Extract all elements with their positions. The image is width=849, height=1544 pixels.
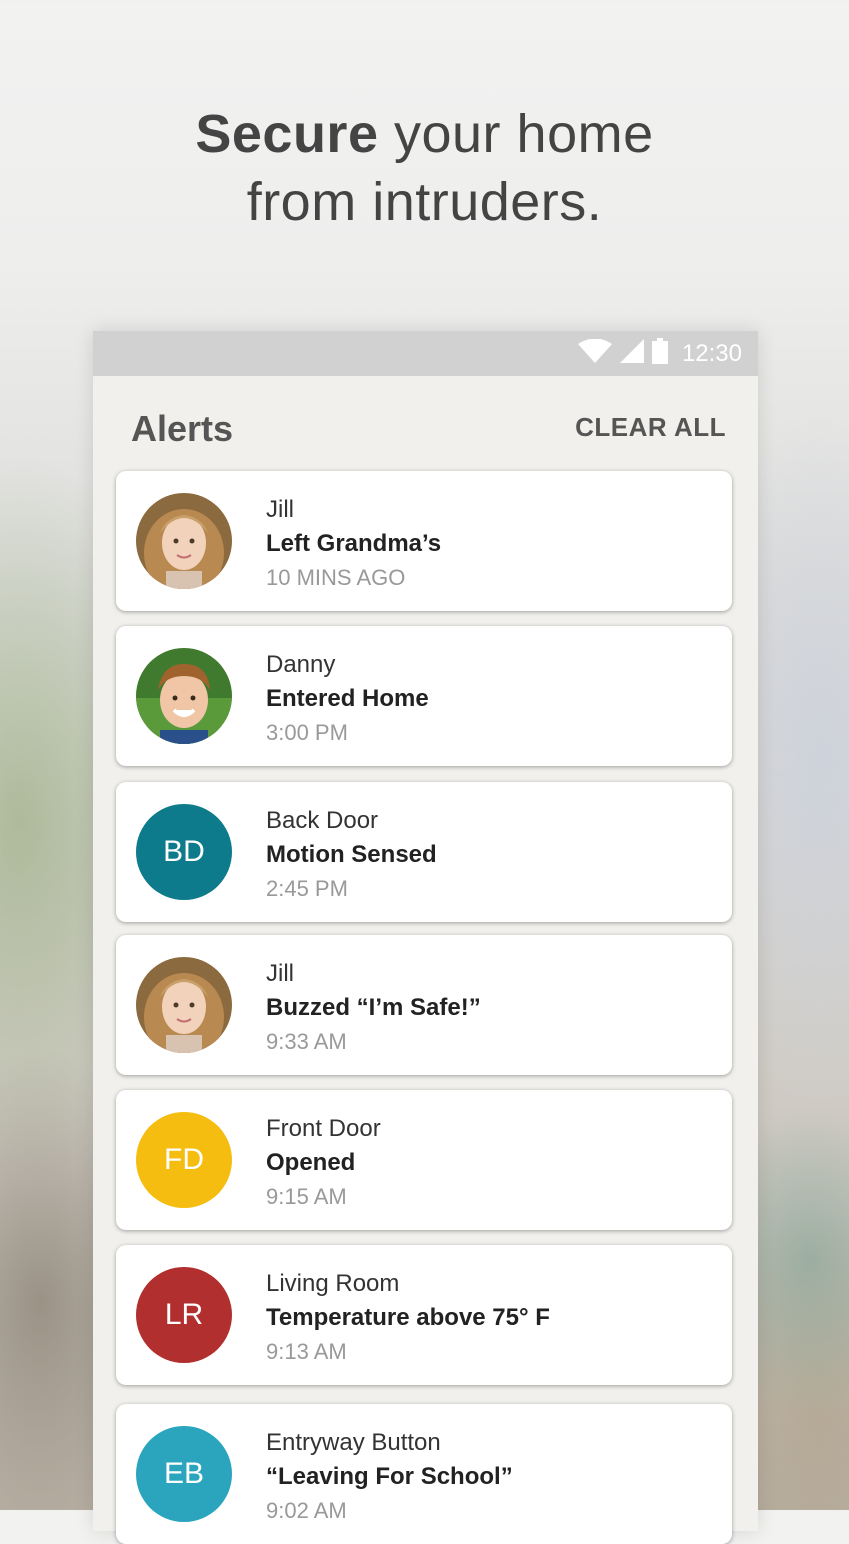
alert-event: Buzzed “I’m Safe!” xyxy=(266,994,481,1021)
alert-time: 2:45 PM xyxy=(266,876,348,901)
alert-source: Danny xyxy=(266,651,336,678)
alert-card[interactable]: BD Back Door Motion Sensed 2:45 PM xyxy=(116,782,732,922)
alert-source: Jill xyxy=(266,960,294,987)
alert-card[interactable]: Jill Left Grandma’s 10 MINS AGO xyxy=(116,471,732,611)
wifi-icon xyxy=(577,338,612,368)
alert-event: Opened xyxy=(266,1149,356,1176)
alert-time: 3:00 PM xyxy=(266,720,348,745)
alert-card[interactable]: LR Living Room Temperature above 75° F 9:13… xyxy=(116,1245,732,1385)
headline-bold: Secure xyxy=(195,104,379,164)
alert-source: Front Door xyxy=(266,1115,381,1142)
alert-time: 10 MINS AGO xyxy=(266,565,406,590)
alert-time: 9:15 AM xyxy=(266,1184,347,1209)
initials-avatar: FD xyxy=(136,1112,232,1208)
headline-rest: your home xyxy=(378,104,654,164)
initials-avatar: EB xyxy=(136,1426,232,1522)
boy-avatar xyxy=(136,648,232,744)
alert-event: Motion Sensed xyxy=(266,841,437,868)
promo-headline: Secure your home from intruders. xyxy=(0,100,849,236)
page-title: Alerts xyxy=(131,408,234,449)
alert-event: Left Grandma’s xyxy=(266,530,442,557)
headline-line2: from intruders. xyxy=(246,172,603,232)
alert-source: Entryway Button xyxy=(266,1429,441,1456)
alert-time: 9:33 AM xyxy=(266,1029,347,1054)
alert-time: 9:02 AM xyxy=(266,1498,347,1523)
alert-card[interactable]: Danny Entered Home 3:00 PM xyxy=(116,626,732,766)
girl-avatar xyxy=(136,493,232,589)
clear-all-button[interactable]: CLEAR ALL xyxy=(575,412,726,443)
initials-avatar: LR xyxy=(136,1267,232,1363)
battery-icon xyxy=(651,338,668,369)
alert-source: Jill xyxy=(266,496,294,523)
alert-event: Entered Home xyxy=(266,685,429,712)
initials-avatar: BD xyxy=(136,804,232,900)
alert-source: Living Room xyxy=(266,1270,400,1297)
alert-card[interactable]: Jill Buzzed “I’m Safe!” 9:33 AM xyxy=(116,935,732,1075)
alert-source: Back Door xyxy=(266,807,379,834)
phone-screen: 12:30 Alerts CLEAR ALL Jill Left Grandma’… xyxy=(93,331,758,1544)
alert-card[interactable]: EB Entryway Button “Leaving For School” 9:0… xyxy=(116,1404,732,1544)
alert-event: “Leaving For School” xyxy=(266,1463,513,1490)
alert-card[interactable]: FD Front Door Opened 9:15 AM xyxy=(116,1090,732,1230)
alert-time: 9:13 AM xyxy=(266,1339,347,1364)
alert-event: Temperature above 75° F xyxy=(266,1304,550,1331)
status-time: 12:30 xyxy=(681,339,742,367)
girl-avatar xyxy=(136,957,232,1053)
app-bar: Alerts CLEAR ALL xyxy=(93,376,758,471)
status-bar: 12:30 xyxy=(93,331,758,376)
signal-icon xyxy=(619,339,644,368)
